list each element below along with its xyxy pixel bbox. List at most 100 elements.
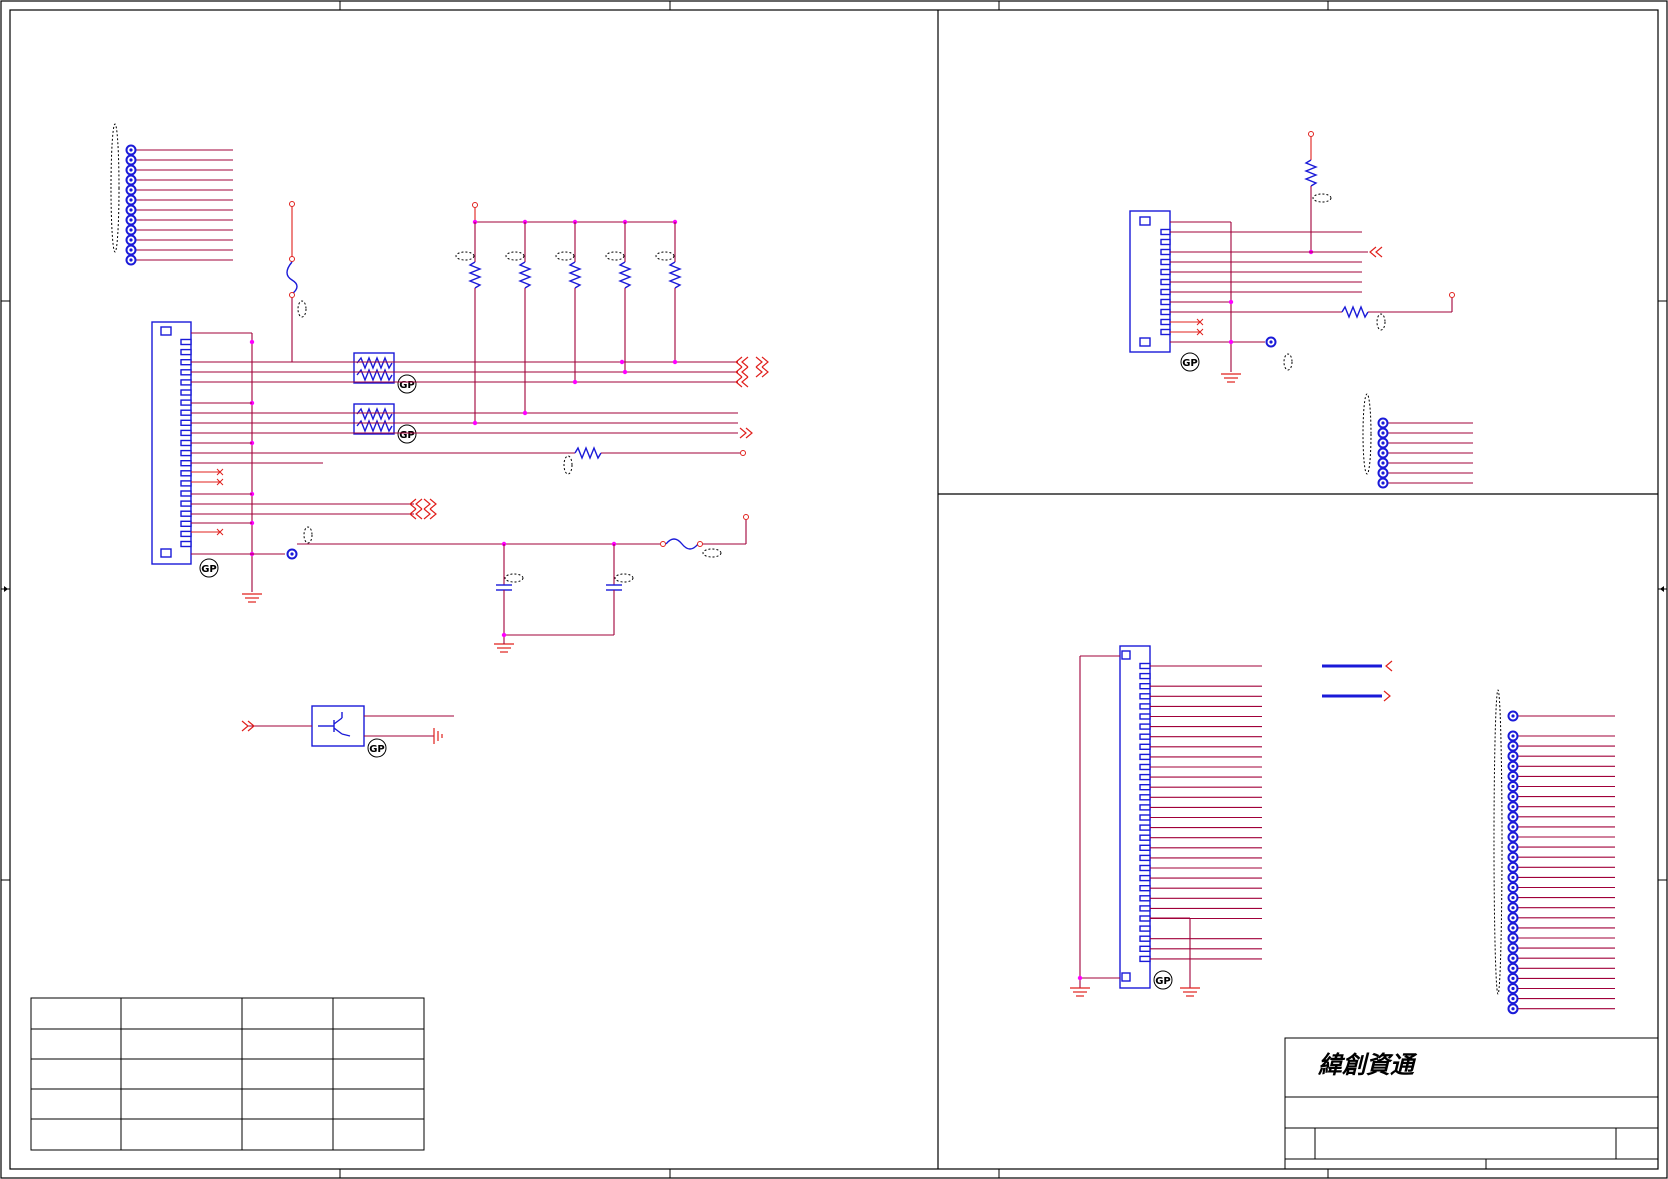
reference-designator <box>555 251 575 261</box>
connector-pin <box>180 348 192 356</box>
series-resistor-right <box>191 446 746 475</box>
connector-pin <box>1139 703 1151 710</box>
right-bottom-connector: GP <box>1070 645 1262 997</box>
test-point-center <box>1511 956 1515 960</box>
connector-pin <box>1139 662 1151 670</box>
main-connector: GP <box>151 321 219 578</box>
test-point-center <box>1511 764 1515 768</box>
connector-pin <box>1139 733 1151 740</box>
connector-pin <box>1139 885 1151 892</box>
test-point-center <box>129 228 133 232</box>
test-point-center <box>1511 774 1515 779</box>
connector-pin <box>180 480 192 487</box>
connector-pin <box>1139 763 1151 771</box>
test-point-center <box>1511 916 1515 920</box>
connector-ground-bus <box>191 332 262 603</box>
test-point-center <box>129 218 133 222</box>
gp-marker: GP <box>399 430 415 441</box>
connector-pin <box>180 520 192 527</box>
connector-pin <box>180 530 192 538</box>
ground-symbol <box>494 640 514 653</box>
connector-pin <box>1139 864 1151 872</box>
test-point-center <box>129 238 133 242</box>
connector-pin <box>1139 905 1151 912</box>
ground-symbol <box>1070 987 1090 997</box>
connector-pin <box>180 399 192 406</box>
connector-pin <box>1139 683 1151 690</box>
fuse-top <box>191 201 307 363</box>
gp-marker: GP <box>1155 976 1171 987</box>
ground-symbol <box>242 593 262 603</box>
gp-marker: GP <box>1182 358 1198 369</box>
connector-pin <box>1139 925 1151 932</box>
connector-pin <box>1139 814 1151 821</box>
test-point-center <box>1381 481 1385 485</box>
test-point-center <box>129 248 133 252</box>
connector-pin <box>1139 784 1151 791</box>
test-point-center <box>1511 865 1515 869</box>
test-point-center <box>1511 926 1515 930</box>
test-point-center <box>1511 754 1515 758</box>
test-point-center <box>129 178 133 182</box>
connector-pin <box>1139 672 1151 680</box>
test-point-column-right-bottom <box>1493 689 1615 1015</box>
test-point-center <box>129 168 133 172</box>
test-point-column-right-top <box>1362 393 1473 489</box>
reference-designator <box>655 251 675 261</box>
gp-marker: GP <box>201 564 217 575</box>
connector-pin <box>1139 895 1151 902</box>
connector-pin <box>1139 955 1151 963</box>
test-point-center <box>1511 936 1515 940</box>
connector-pin <box>1160 298 1171 306</box>
connector-pin <box>1139 945 1151 952</box>
test-point-center <box>1381 471 1385 475</box>
test-point-center <box>129 198 133 202</box>
test-point-center <box>1381 421 1385 425</box>
resistor <box>468 261 482 289</box>
test-point-center <box>1511 896 1515 900</box>
connector-pin <box>1160 228 1171 236</box>
connector-pin <box>1160 328 1171 336</box>
connector-pin <box>1160 248 1171 256</box>
test-point-center <box>129 258 133 262</box>
test-point-center <box>1511 714 1515 718</box>
test-point-column-top-left <box>110 123 233 266</box>
test-point-center <box>1511 815 1515 819</box>
test-point-center <box>129 208 133 212</box>
connector-pin <box>1160 288 1171 296</box>
connector-pin <box>180 510 192 517</box>
ground-symbol <box>1221 373 1241 383</box>
transistor-block: GP <box>241 705 454 758</box>
pullup-resistor-bank <box>455 202 682 423</box>
connector-pin <box>1160 268 1171 276</box>
reference-designator <box>455 251 475 261</box>
resistor <box>518 261 532 289</box>
test-point-center <box>1511 946 1515 950</box>
connector-pin <box>1160 278 1171 286</box>
reference-designator <box>605 251 625 261</box>
connector-pin <box>1160 308 1171 316</box>
test-point-center <box>129 148 133 152</box>
test-point-center <box>1511 875 1515 880</box>
connector-pin <box>1139 935 1151 942</box>
bus-arrows <box>1322 660 1393 702</box>
connector-pin <box>1139 824 1151 831</box>
connector-pin <box>1139 915 1151 922</box>
test-point-center <box>1511 784 1515 789</box>
right-top-connector: GP <box>1129 131 1455 383</box>
test-point-center <box>1381 431 1385 435</box>
connector-pin <box>1160 238 1171 246</box>
test-point-center <box>1511 885 1515 890</box>
resistor <box>568 261 582 289</box>
connector-pin <box>180 419 192 426</box>
test-point-center <box>129 188 133 192</box>
connector-pin <box>180 409 192 416</box>
emi-filter-group: GP GP <box>191 352 769 444</box>
connector-pin <box>1139 854 1151 862</box>
test-point-center <box>1511 805 1515 809</box>
connector-pin <box>180 429 192 437</box>
resistor <box>668 261 682 289</box>
test-point-center <box>1511 825 1515 829</box>
test-point-center <box>1511 966 1515 970</box>
connector-pin <box>1139 794 1151 801</box>
